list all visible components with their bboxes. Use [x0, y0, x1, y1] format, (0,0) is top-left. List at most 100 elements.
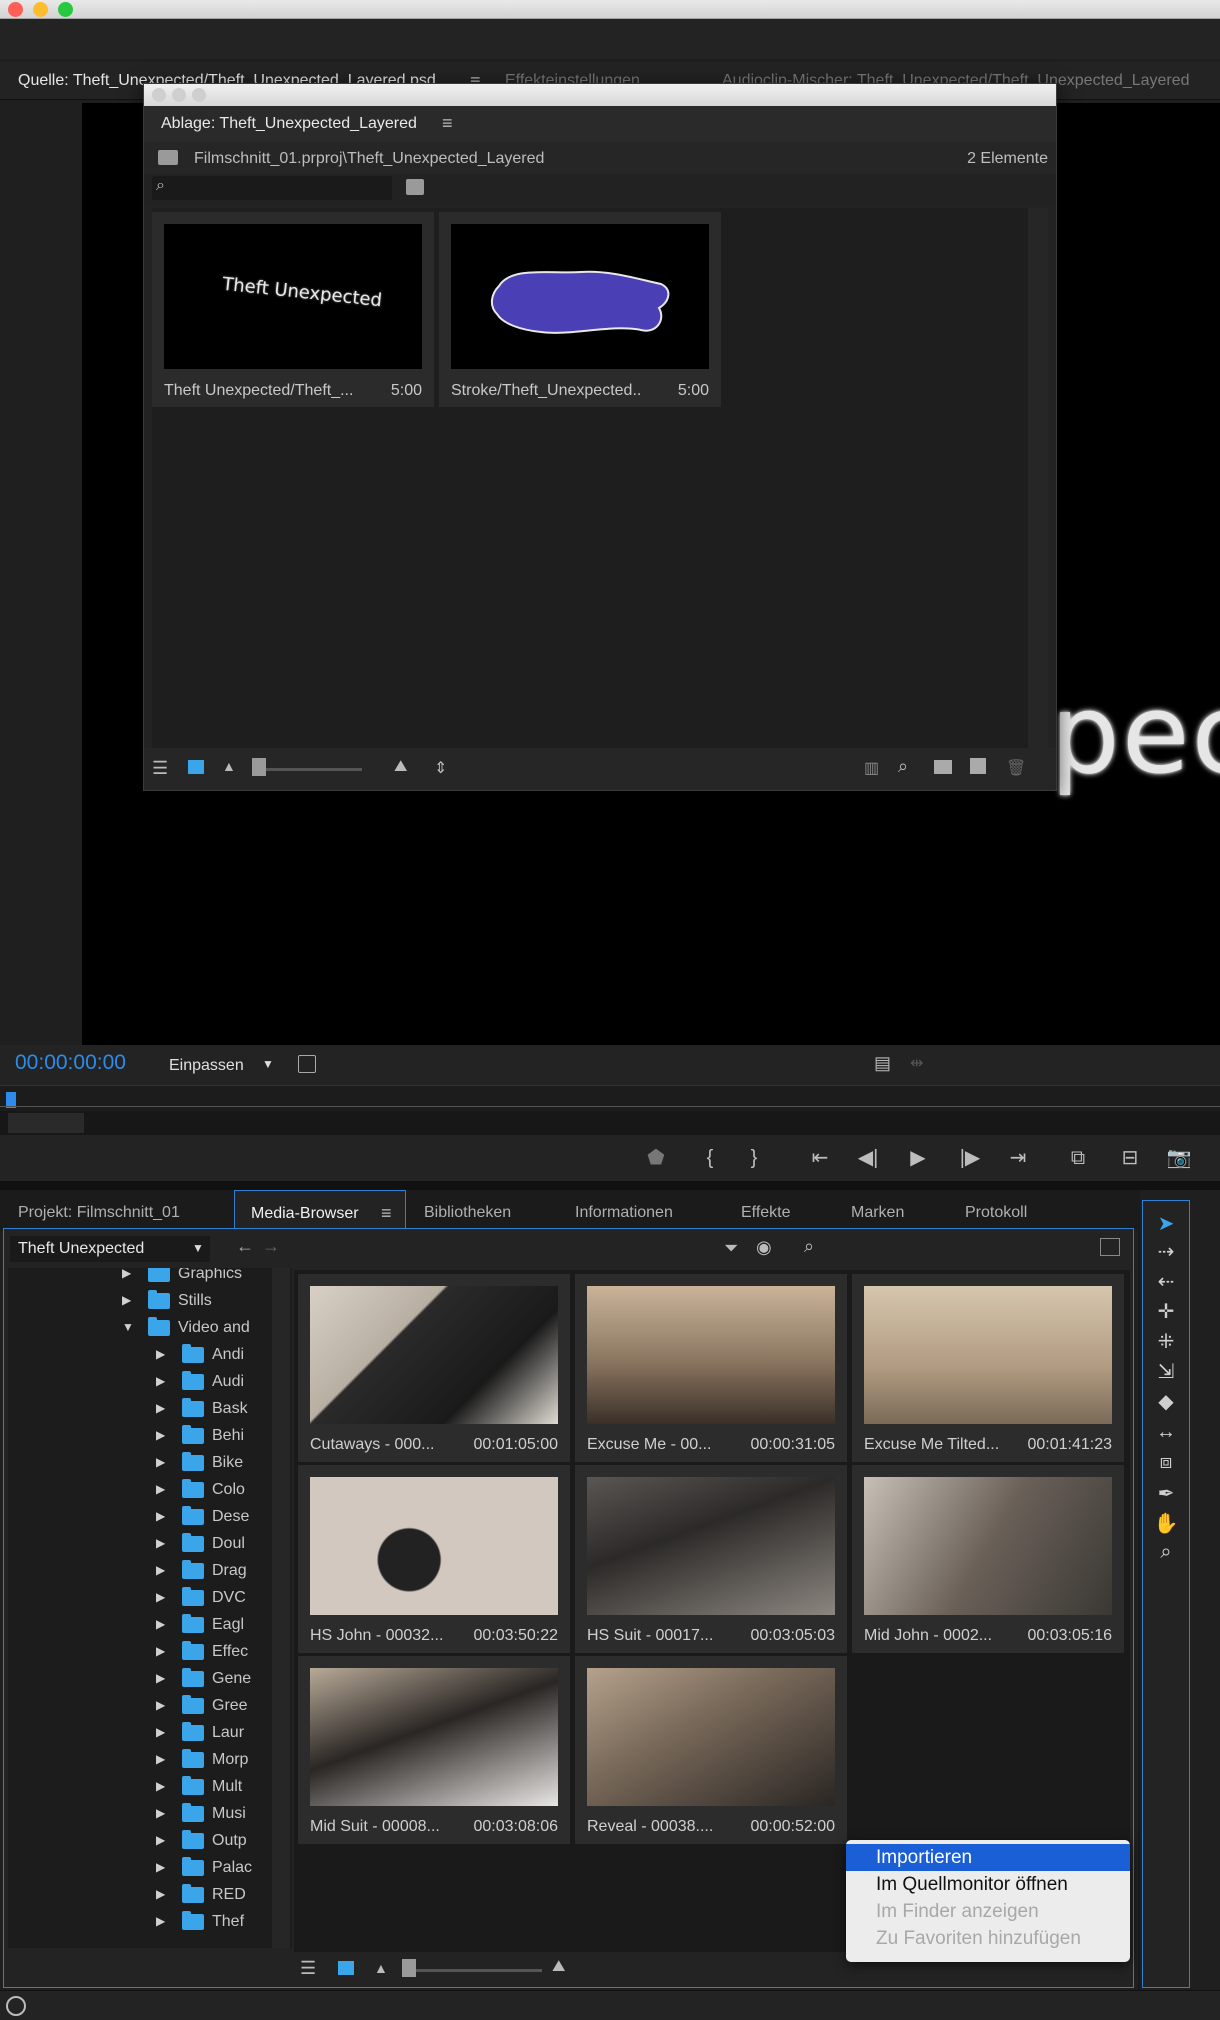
filter-icon[interactable]: ⏷ — [724, 1238, 738, 1259]
mark-in-icon[interactable]: { — [696, 1148, 724, 1168]
disclosure-closed-icon[interactable]: ▶ — [156, 1692, 165, 1719]
icon-view-icon[interactable] — [188, 760, 204, 774]
hand-tool-icon[interactable]: ✋ — [1152, 1512, 1180, 1536]
disclosure-closed-icon[interactable]: ▶ — [156, 1368, 165, 1395]
bin-search-input[interactable]: ⌕ — [152, 176, 392, 200]
tree-item[interactable]: ▶ Audi — [8, 1368, 272, 1395]
hamburger-icon[interactable]: ≡ — [381, 1203, 392, 1224]
source-timecode[interactable]: 00:00:00:00 — [15, 1051, 126, 1075]
bin-menu-icon[interactable]: ≡ — [442, 113, 453, 134]
track-select-backward-icon[interactable]: ⇠ — [1152, 1270, 1180, 1294]
media-clip[interactable]: HS Suit - 00017... 00:03:05:03 — [575, 1465, 847, 1653]
media-clip[interactable]: HS John - 00032... 00:03:50:22 — [298, 1465, 570, 1653]
rate-stretch-tool-icon[interactable]: ⇲ — [1152, 1360, 1180, 1384]
selection-tool-icon[interactable]: ➤ — [1152, 1212, 1180, 1236]
step-back-icon[interactable]: ◀| — [854, 1148, 882, 1168]
go-to-in-icon[interactable]: ⇤ — [806, 1148, 834, 1168]
disclosure-closed-icon[interactable]: ▶ — [156, 1557, 165, 1584]
icon-view-icon[interactable] — [338, 1961, 354, 1975]
sort-icon[interactable]: ⇕ — [434, 758, 447, 778]
disclosure-closed-icon[interactable]: ▶ — [156, 1827, 165, 1854]
tree-item[interactable]: ▶ Thef — [8, 1908, 272, 1935]
panel-divider[interactable] — [0, 1181, 1220, 1190]
media-clip[interactable]: Excuse Me Tilted... 00:01:41:23 — [852, 1274, 1124, 1462]
media-clip[interactable]: Excuse Me - 00... 00:00:31:05 — [575, 1274, 847, 1462]
safe-margins-icon[interactable] — [298, 1055, 316, 1073]
list-view-icon[interactable]: ☰ — [300, 1958, 316, 1979]
automate-sequence-icon[interactable]: ▥ — [864, 758, 879, 778]
razor-tool-icon[interactable]: ◆ — [1152, 1390, 1180, 1414]
tree-item[interactable]: ▶ DVC — [8, 1584, 272, 1611]
source-time-ruler[interactable] — [0, 1085, 1220, 1111]
disclosure-open-icon[interactable]: ▼ — [122, 1314, 134, 1341]
disclosure-closed-icon[interactable]: ▶ — [156, 1719, 165, 1746]
find-icon[interactable]: ⌕ — [898, 756, 908, 777]
ingest-settings-icon[interactable] — [1100, 1238, 1120, 1256]
step-forward-icon[interactable]: |▶ — [956, 1148, 984, 1168]
context-menu-item[interactable]: Importieren — [846, 1844, 1130, 1871]
zoom-window-button[interactable] — [58, 2, 73, 17]
bin-item[interactable]: Theft Unexpected Theft Unexpected/Theft_… — [152, 212, 434, 407]
tab-project[interactable]: Projekt: Filmschnitt_01 — [18, 1190, 180, 1230]
go-to-out-icon[interactable]: ⇥ — [1004, 1148, 1032, 1168]
media-clip[interactable]: Reveal - 00038.... 00:00:52:00 — [575, 1656, 847, 1844]
disclosure-closed-icon[interactable]: ▶ — [156, 1584, 165, 1611]
pen-tool-icon[interactable]: ✒ — [1152, 1482, 1180, 1506]
tree-item[interactable]: ▶ Eagl — [8, 1611, 272, 1638]
disclosure-closed-icon[interactable]: ▶ — [156, 1800, 165, 1827]
tree-item[interactable]: ▶ Bask — [8, 1395, 272, 1422]
disclosure-closed-icon[interactable]: ▶ — [156, 1449, 165, 1476]
insert-icon[interactable]: ⧉ — [1064, 1148, 1092, 1168]
zoom-scrollbar[interactable] — [0, 1111, 1220, 1135]
trash-icon[interactable]: 🗑 — [1006, 758, 1026, 778]
media-clip[interactable]: Mid Suit - 00008... 00:03:08:06 — [298, 1656, 570, 1844]
bin-zoom-button[interactable] — [192, 88, 206, 102]
tree-item[interactable]: ▶ Laur — [8, 1719, 272, 1746]
overwrite-icon[interactable]: ⊟ — [1116, 1148, 1144, 1168]
zoom-scroll-handle[interactable] — [8, 1113, 84, 1133]
media-clip[interactable]: Mid John - 0002... 00:03:05:16 — [852, 1465, 1124, 1653]
zoom-slider[interactable] — [252, 768, 362, 771]
disclosure-closed-icon[interactable]: ▶ — [156, 1773, 165, 1800]
creative-cloud-icon[interactable] — [6, 1996, 26, 2016]
tree-item[interactable]: ▶ Drag — [8, 1557, 272, 1584]
tree-item[interactable]: ▶ Dese — [8, 1503, 272, 1530]
location-dropdown[interactable]: Theft Unexpected ▼ — [10, 1236, 210, 1262]
disclosure-closed-icon[interactable]: ▶ — [156, 1422, 165, 1449]
disclosure-closed-icon[interactable]: ▶ — [156, 1476, 165, 1503]
tree-item[interactable]: ▶ Gene — [8, 1665, 272, 1692]
mark-out-icon[interactable]: } — [740, 1148, 768, 1168]
drag-video-icon[interactable]: ⇹ — [910, 1053, 923, 1073]
tree-item[interactable]: ▶ Bike — [8, 1449, 272, 1476]
disclosure-closed-icon[interactable]: ▶ — [156, 1638, 165, 1665]
fit-dropdown[interactable]: Einpassen ▼ — [160, 1051, 280, 1079]
context-menu-item[interactable]: Im Quellmonitor öffnen — [846, 1871, 1130, 1898]
disclosure-closed-icon[interactable]: ▶ — [156, 1611, 165, 1638]
disclosure-closed-icon[interactable]: ▶ — [156, 1503, 165, 1530]
disclosure-closed-icon[interactable]: ▶ — [156, 1746, 165, 1773]
tree-item[interactable]: ▶ Andi — [8, 1341, 272, 1368]
disclosure-closed-icon[interactable]: ▶ — [122, 1287, 131, 1314]
disclosure-closed-icon[interactable]: ▶ — [156, 1341, 165, 1368]
close-window-button[interactable] — [8, 2, 23, 17]
folder-tree-scrollbar[interactable] — [272, 1268, 290, 1948]
export-frame-icon[interactable]: 📷 — [1165, 1148, 1193, 1168]
new-search-bin-icon[interactable] — [406, 179, 424, 195]
media-clip[interactable]: Cutaways - 000... 00:01:05:00 — [298, 1274, 570, 1462]
tree-item[interactable]: ▶ Colo — [8, 1476, 272, 1503]
new-item-icon[interactable] — [970, 758, 986, 774]
bin-scrollbar[interactable] — [1028, 208, 1048, 748]
disclosure-closed-icon[interactable]: ▶ — [156, 1665, 165, 1692]
tree-item[interactable]: ▶ Graphics — [8, 1268, 272, 1287]
minimize-window-button[interactable] — [33, 2, 48, 17]
new-bin-icon[interactable] — [934, 760, 952, 774]
tab-media-browser[interactable]: Media-Browser ≡ — [234, 1190, 406, 1230]
tree-item[interactable]: ▶ Outp — [8, 1827, 272, 1854]
play-icon[interactable]: ▶ — [904, 1148, 932, 1168]
disclosure-closed-icon[interactable]: ▶ — [122, 1268, 131, 1287]
disclosure-closed-icon[interactable]: ▶ — [156, 1395, 165, 1422]
search-icon[interactable]: ⌕ — [804, 1236, 814, 1257]
list-view-icon[interactable]: ☰ — [152, 758, 168, 779]
zoom-tool-icon[interactable]: ⌕ — [1152, 1540, 1180, 1564]
tree-item[interactable]: ▶ Behi — [8, 1422, 272, 1449]
